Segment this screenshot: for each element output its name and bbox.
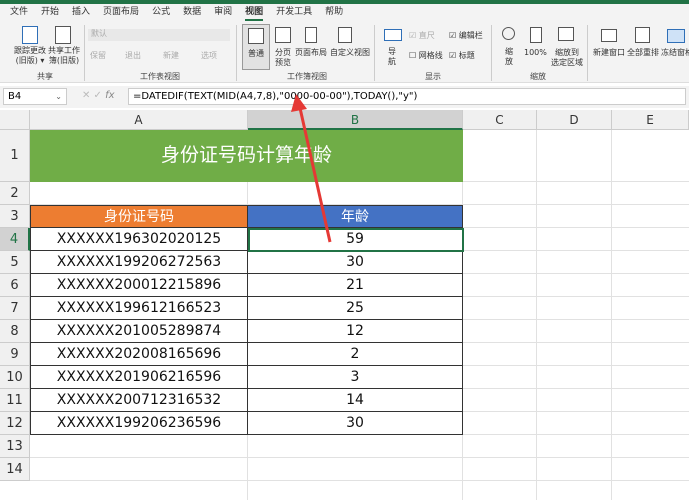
arrow-line: [298, 107, 332, 243]
annotation-arrow: [291, 94, 332, 243]
arrow-head: [291, 94, 307, 112]
